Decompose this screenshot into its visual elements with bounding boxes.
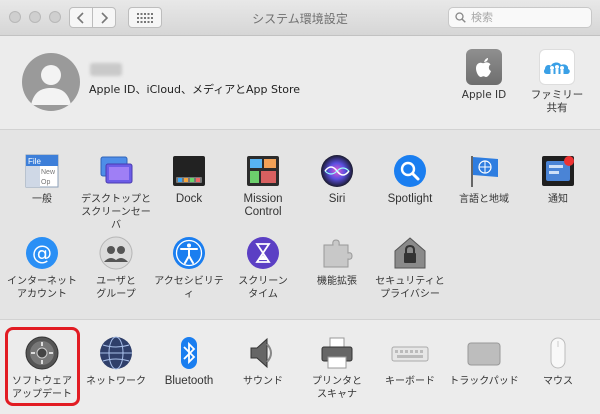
account-header: 〇〇 Apple ID、iCloud、メディアとApp Store Apple … xyxy=(0,37,600,129)
svg-text:Op: Op xyxy=(41,179,50,186)
screen-time-icon xyxy=(244,234,282,272)
preferences-section-main: File New Op 一般 デスクトップと スクリーンセーバ Dock Missi… xyxy=(0,129,600,319)
pref-users-groups[interactable]: ユーザと グループ xyxy=(79,234,153,301)
pref-siri[interactable]: Siri xyxy=(300,152,374,206)
mission-control-label: Mission Control xyxy=(243,193,283,218)
title-bar: システム環境設定 xyxy=(0,0,600,36)
pref-desktop-screensaver[interactable]: デスクトップと スクリーンセーバ xyxy=(79,152,153,232)
pref-network[interactable]: ネットワーク xyxy=(79,334,153,388)
system-preferences-window: システム環境設定 〇〇 Apple ID、iCloud、メディアとApp Sto… xyxy=(0,0,600,414)
network-icon xyxy=(97,334,135,372)
printers-scanners-label: プリンタと スキャナ xyxy=(312,376,362,400)
dock-icon xyxy=(170,152,208,190)
pref-keyboard[interactable]: キーボード xyxy=(373,334,447,388)
sound-label: サウンド xyxy=(243,376,283,387)
user-name: 〇〇 xyxy=(90,62,112,78)
sound-icon xyxy=(244,334,282,372)
pref-accessibility[interactable]: アクセシビリティ xyxy=(152,234,226,301)
internet-accounts-icon: @ xyxy=(23,234,61,272)
mission-control-icon xyxy=(244,152,282,190)
extensions-icon xyxy=(318,234,356,272)
pref-notifications[interactable]: 通知 xyxy=(521,152,595,206)
keyboard-label: キーボード xyxy=(385,376,435,387)
preferences-section-hardware: ソフトウェア アップデート ネットワーク Bluetooth サウンド プリンタ xyxy=(0,319,600,414)
extensions-label: 機能拡張 xyxy=(317,276,357,287)
pref-spotlight[interactable]: Spotlight xyxy=(373,152,447,206)
spotlight-icon xyxy=(391,152,429,190)
screen-time-label: スクリーン タイム xyxy=(238,276,288,300)
apple-id-label: Apple ID xyxy=(461,89,507,101)
language-region-label: 言語と地域 xyxy=(459,194,509,205)
security-privacy-label: セキュリティと プライバシー xyxy=(375,276,445,300)
general-icon: File New Op xyxy=(23,152,61,190)
notifications-label: 通知 xyxy=(548,194,568,205)
pref-dock[interactable]: Dock xyxy=(152,152,226,206)
trackpad-label: トラックパッド xyxy=(449,376,519,387)
pref-internet-accounts[interactable]: @ インターネット アカウント xyxy=(5,234,79,301)
search-icon xyxy=(455,12,466,23)
siri-label: Siri xyxy=(328,193,346,205)
svg-text:@: @ xyxy=(32,241,52,265)
mouse-icon xyxy=(539,334,577,372)
pref-screen-time[interactable]: スクリーン タイム xyxy=(226,234,300,301)
pref-language-region[interactable]: 言語と地域 xyxy=(447,152,521,206)
printers-scanners-icon xyxy=(318,334,356,372)
dock-label: Dock xyxy=(175,193,203,205)
general-label: 一般 xyxy=(32,194,52,205)
pref-bluetooth[interactable]: Bluetooth xyxy=(152,334,226,388)
pref-mission-control[interactable]: Mission Control xyxy=(226,152,300,219)
bluetooth-icon xyxy=(170,334,208,372)
desktop-screensaver-label: デスクトップと スクリーンセーバ xyxy=(81,194,151,231)
network-label: ネットワーク xyxy=(86,376,146,387)
security-privacy-icon xyxy=(391,234,429,272)
users-groups-label: ユーザと グループ xyxy=(96,276,136,300)
search-input[interactable] xyxy=(471,11,581,24)
spotlight-label: Spotlight xyxy=(387,193,433,205)
siri-icon xyxy=(318,152,356,190)
accessibility-label: アクセシビリティ xyxy=(154,276,224,300)
family-sharing-label: ファミリー 共有 xyxy=(530,89,584,114)
family-sharing-icon xyxy=(539,49,575,85)
pref-extensions[interactable]: 機能拡張 xyxy=(300,234,374,288)
pref-family-sharing[interactable]: ファミリー 共有 xyxy=(522,49,592,115)
user-silhouette-icon xyxy=(31,65,71,105)
internet-accounts-label: インターネット アカウント xyxy=(7,276,77,300)
avatar[interactable] xyxy=(22,53,80,111)
desktop-screensaver-icon xyxy=(97,152,135,190)
pref-trackpad[interactable]: トラックパッド xyxy=(447,334,521,388)
pref-general[interactable]: File New Op 一般 xyxy=(5,152,79,206)
pref-sound[interactable]: サウンド xyxy=(226,334,300,388)
search-field[interactable] xyxy=(448,7,592,28)
keyboard-icon xyxy=(391,334,429,372)
apple-id-icon xyxy=(466,49,502,85)
mouse-label: マウス xyxy=(543,376,573,387)
svg-text:New: New xyxy=(41,169,56,176)
trackpad-icon xyxy=(465,334,503,372)
pref-apple-id[interactable]: Apple ID xyxy=(449,49,519,102)
svg-text:File: File xyxy=(28,157,41,166)
accessibility-icon xyxy=(170,234,208,272)
pref-security-privacy[interactable]: セキュリティと プライバシー xyxy=(373,234,447,301)
pref-mouse[interactable]: マウス xyxy=(521,334,595,388)
software-update-highlight xyxy=(5,327,80,406)
pref-printers-scanners[interactable]: プリンタと スキャナ xyxy=(300,334,374,401)
notifications-icon xyxy=(539,152,577,190)
bluetooth-label: Bluetooth xyxy=(164,375,214,387)
users-groups-icon xyxy=(97,234,135,272)
language-region-icon xyxy=(465,152,503,190)
account-subtitle: Apple ID、iCloud、メディアとApp Store xyxy=(89,83,301,96)
